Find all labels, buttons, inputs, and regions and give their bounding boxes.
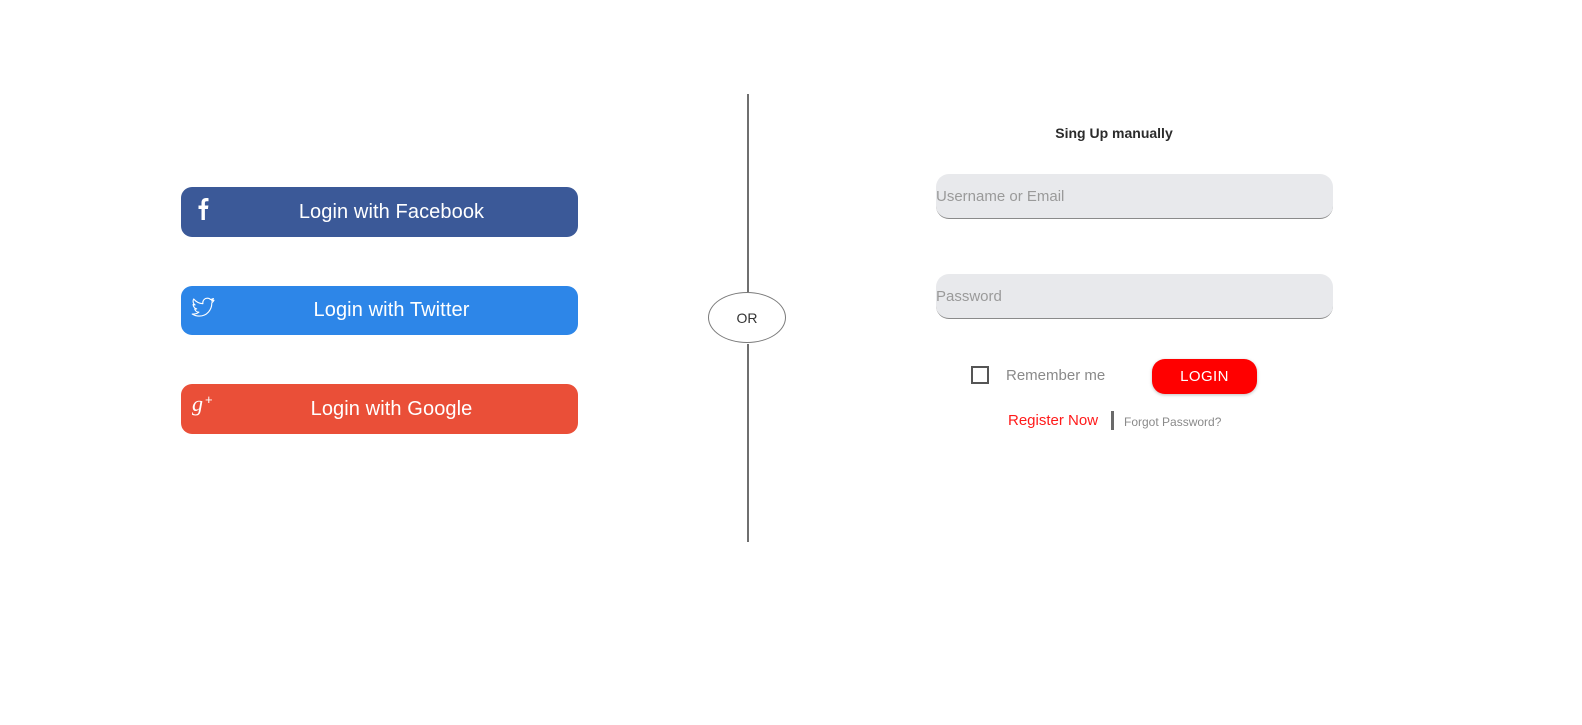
forgot-password-link[interactable]: Forgot Password? <box>1124 415 1221 429</box>
vertical-divider-top <box>747 94 749 292</box>
remember-me-checkbox[interactable] <box>971 366 989 384</box>
login-button[interactable]: LOGIN <box>1152 359 1257 394</box>
login-page: Login with Facebook Login with Twitter g… <box>0 0 1582 725</box>
username-email-input[interactable] <box>936 174 1333 219</box>
twitter-login-button[interactable]: Login with Twitter <box>181 286 578 335</box>
facebook-login-label: Login with Facebook <box>298 200 485 223</box>
google-login-button[interactable]: g + Login with Google <box>181 384 578 434</box>
vertical-divider-bottom <box>747 344 749 542</box>
links-separator <box>1111 411 1114 430</box>
or-separator: OR <box>708 292 786 343</box>
facebook-login-button[interactable]: Login with Facebook <box>181 187 578 237</box>
twitter-login-label: Login with Twitter <box>313 299 470 321</box>
google-login-label: Login with Google <box>310 397 473 420</box>
password-input[interactable] <box>936 274 1333 319</box>
register-now-link[interactable]: Register Now <box>1008 412 1098 429</box>
remember-me-label: Remember me <box>1006 367 1106 384</box>
form-title: Sing Up manually <box>1055 125 1173 141</box>
